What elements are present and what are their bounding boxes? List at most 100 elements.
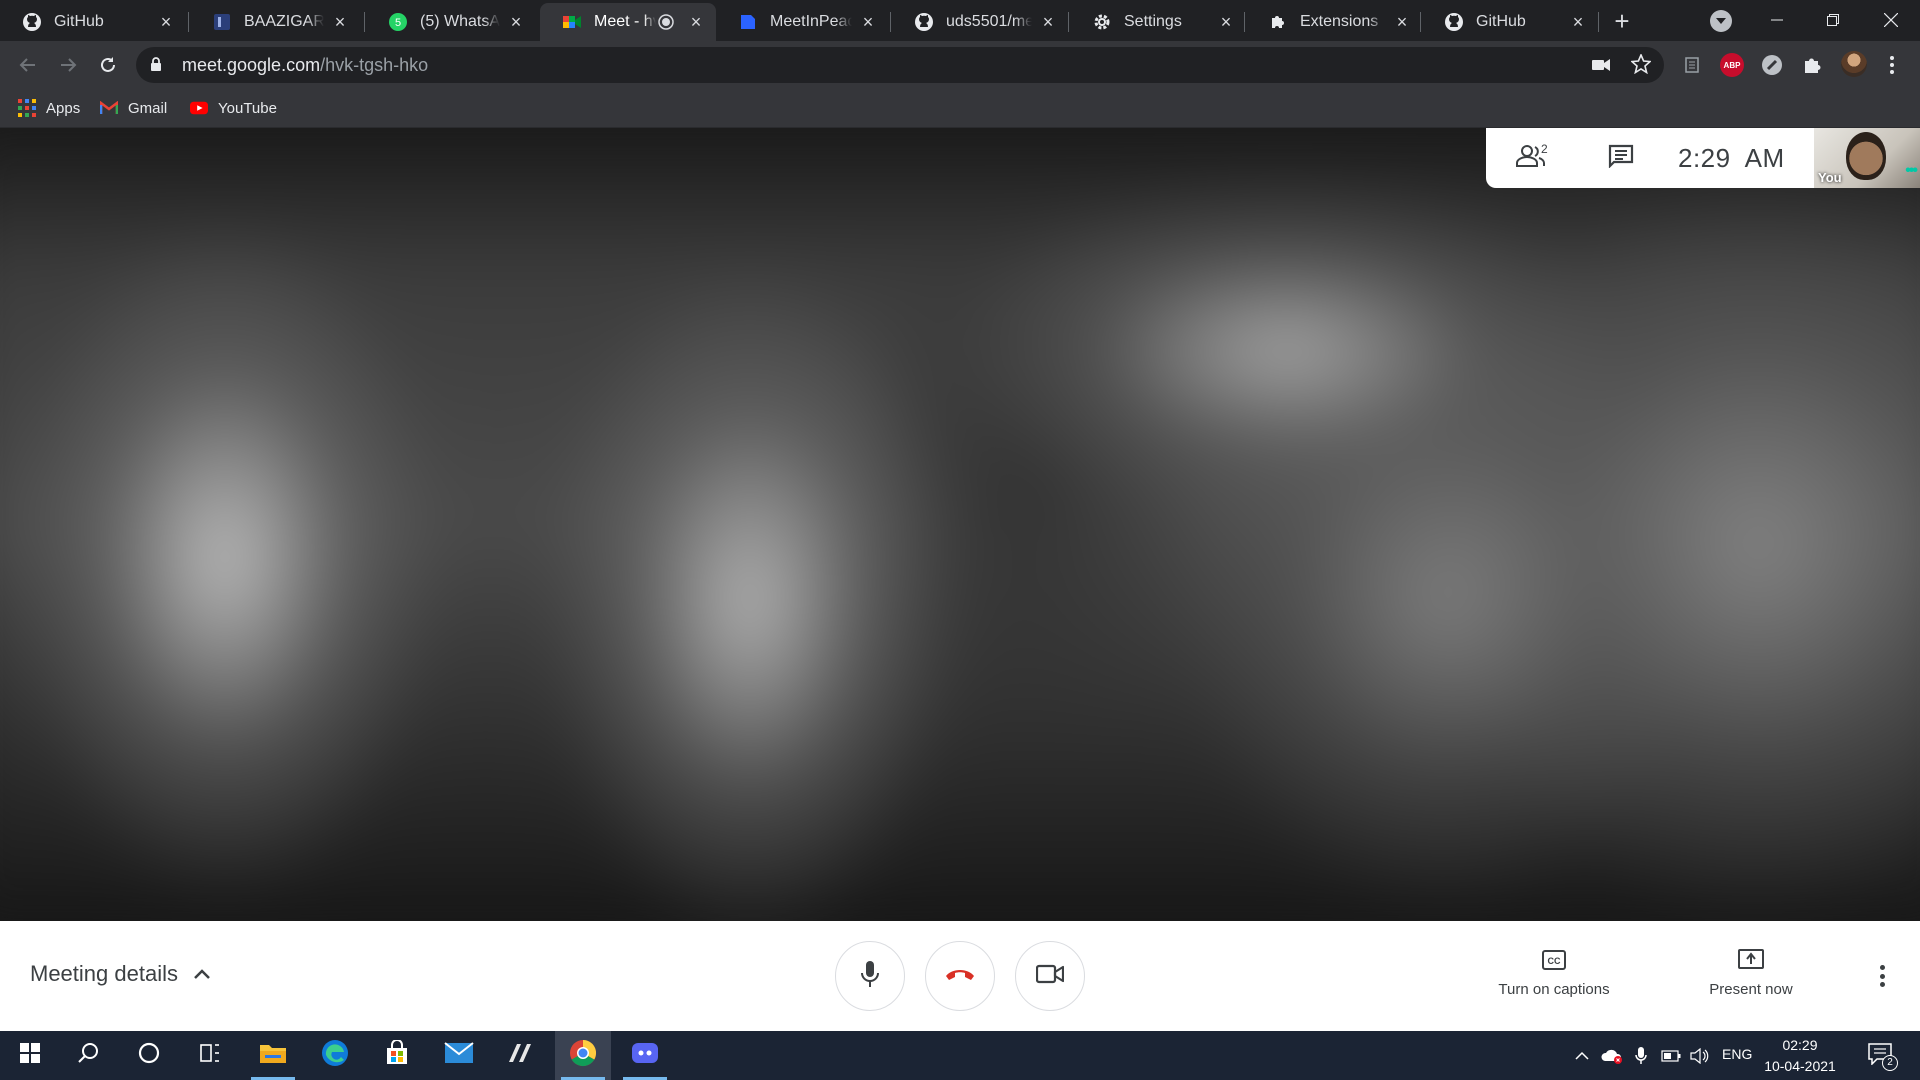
- taskbar-discord[interactable]: [617, 1031, 673, 1080]
- mail-envelope-icon: [444, 1042, 474, 1069]
- tab-title: Settings: [1124, 13, 1182, 30]
- close-window-button[interactable]: [1868, 0, 1914, 40]
- close-icon[interactable]: ×: [686, 12, 706, 32]
- camera-button[interactable]: [1015, 941, 1085, 1011]
- adblock-plus-icon[interactable]: ABP: [1720, 53, 1744, 77]
- clock-time: 02:29: [1782, 1037, 1818, 1053]
- meeting-clock: 2:29 AM: [1678, 142, 1785, 173]
- microphone-button[interactable]: [835, 941, 905, 1011]
- chrome-menu-button[interactable]: [1880, 53, 1904, 77]
- close-icon[interactable]: ×: [1568, 12, 1588, 32]
- meet-info-panel: 2 2:29 AM: [1486, 128, 1814, 188]
- restore-button[interactable]: [1810, 0, 1856, 40]
- bookmark-gmail[interactable]: Gmail: [100, 96, 167, 120]
- system-clock[interactable]: 02:29 10-04-2021: [1762, 1035, 1838, 1077]
- more-options-button[interactable]: [1870, 961, 1894, 991]
- microphone-tray-icon[interactable]: [1630, 1031, 1652, 1080]
- present-screen-icon: [1738, 947, 1764, 973]
- page-icon: [212, 12, 232, 32]
- captions-button[interactable]: CC Turn on captions: [1474, 947, 1634, 998]
- reload-button[interactable]: [92, 49, 124, 81]
- close-icon[interactable]: ×: [506, 12, 526, 32]
- recording-indicator-icon: [656, 12, 676, 32]
- tab-meet[interactable]: Meet - hv ×: [540, 3, 716, 41]
- tab-meetinpeace[interactable]: MeetInPeace | ×: [716, 3, 888, 41]
- tab-github-uds5501[interactable]: uds5501/meet ×: [892, 3, 1068, 41]
- present-label: Present now: [1709, 981, 1793, 998]
- tab-divider: [1598, 12, 1599, 32]
- url-host: meet.google.com: [182, 54, 321, 75]
- self-view-tile[interactable]: You •••: [1814, 128, 1920, 188]
- bookmark-youtube[interactable]: YouTube: [190, 96, 277, 120]
- extension-compass-icon[interactable]: [1760, 53, 1784, 77]
- more-options-dots-icon[interactable]: •••: [1905, 162, 1918, 180]
- tab-github-1[interactable]: GitHub ×: [0, 3, 186, 41]
- folder-icon: [259, 1042, 287, 1069]
- tab-divider: [364, 12, 365, 32]
- docs-icon: [738, 12, 758, 32]
- taskbar-app-slash[interactable]: [493, 1031, 549, 1080]
- closed-captions-icon: CC: [1541, 947, 1567, 973]
- extensions-puzzle-icon[interactable]: [1800, 53, 1824, 77]
- microphone-icon: [861, 960, 879, 993]
- puzzle-icon: [1268, 12, 1288, 32]
- taskbar-chrome[interactable]: [555, 1031, 611, 1080]
- close-icon[interactable]: ×: [1038, 12, 1058, 32]
- back-button[interactable]: [12, 49, 44, 81]
- reading-list-icon[interactable]: [1680, 53, 1704, 77]
- profile-avatar[interactable]: [1841, 51, 1867, 77]
- taskbar-file-explorer[interactable]: [245, 1031, 301, 1080]
- bookmark-label: Apps: [46, 99, 81, 117]
- address-bar[interactable]: meet.google.com/hvk-tgsh-hko: [136, 47, 1664, 83]
- bookmark-apps[interactable]: Apps: [18, 96, 80, 120]
- bookmark-star-icon[interactable]: [1630, 53, 1652, 75]
- cortana-button[interactable]: [121, 1031, 177, 1080]
- tab-baazigar[interactable]: BAAZIGAR - H ×: [190, 3, 360, 41]
- tab-title: Meet - hv: [594, 13, 656, 30]
- tab-settings[interactable]: Settings ×: [1070, 3, 1246, 41]
- camera-in-use-icon[interactable]: [1590, 54, 1612, 76]
- windows-logo-icon: [20, 1043, 40, 1068]
- tab-divider: [890, 12, 891, 32]
- taskbar-mail[interactable]: [431, 1031, 487, 1080]
- close-icon[interactable]: ×: [156, 12, 176, 32]
- search-button[interactable]: [60, 1031, 116, 1080]
- chat-button[interactable]: [1576, 128, 1666, 188]
- tab-whatsapp[interactable]: 5 (5) WhatsApp ×: [366, 3, 536, 41]
- tab-extensions[interactable]: Extensions ×: [1246, 3, 1422, 41]
- close-icon[interactable]: ×: [1216, 12, 1236, 32]
- cortana-circle-icon: [138, 1042, 160, 1069]
- show-hidden-icons-button[interactable]: [1570, 1031, 1594, 1080]
- participant-count: 2: [1541, 142, 1548, 156]
- forward-button[interactable]: [52, 49, 84, 81]
- bookmark-label: YouTube: [218, 99, 277, 117]
- clock-date: 10-04-2021: [1764, 1058, 1836, 1074]
- start-button[interactable]: [2, 1031, 58, 1080]
- github-icon: [1444, 12, 1464, 32]
- close-icon[interactable]: ×: [1392, 12, 1412, 32]
- task-view-button[interactable]: [182, 1031, 238, 1080]
- tab-search-button[interactable]: [1710, 10, 1732, 32]
- meeting-details-button[interactable]: Meeting details: [30, 961, 212, 987]
- search-icon: [77, 1042, 99, 1069]
- gear-icon: [1092, 12, 1112, 32]
- close-icon[interactable]: ×: [330, 12, 350, 32]
- participants-button[interactable]: 2: [1486, 128, 1576, 188]
- onedrive-error-icon[interactable]: [1600, 1031, 1624, 1080]
- volume-icon[interactable]: [1688, 1031, 1712, 1080]
- minimize-button[interactable]: [1754, 0, 1800, 40]
- tab-github-2[interactable]: GitHub ×: [1422, 3, 1598, 41]
- close-icon[interactable]: ×: [858, 12, 878, 32]
- tab-strip: GitHub × BAAZIGAR - H × 5 (5) WhatsApp ×…: [0, 0, 1920, 41]
- present-now-button[interactable]: Present now: [1671, 947, 1831, 998]
- input-language[interactable]: ENG: [1722, 1046, 1752, 1062]
- taskbar-store[interactable]: [369, 1031, 425, 1080]
- battery-icon[interactable]: [1660, 1031, 1682, 1080]
- meeting-details-label: Meeting details: [30, 961, 178, 986]
- action-center-button[interactable]: 2: [1868, 1043, 1898, 1071]
- new-tab-button[interactable]: +: [1608, 8, 1636, 36]
- chat-icon: [1608, 144, 1634, 173]
- captions-label: Turn on captions: [1498, 981, 1610, 998]
- leave-call-button[interactable]: [925, 941, 995, 1011]
- taskbar-edge[interactable]: [307, 1031, 363, 1080]
